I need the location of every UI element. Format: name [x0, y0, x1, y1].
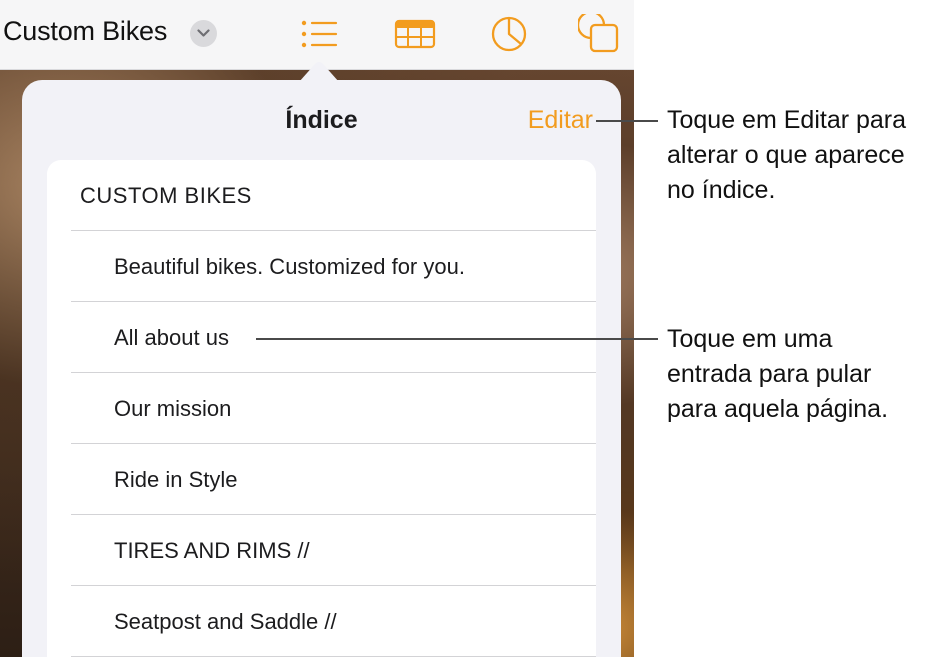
shapes-icon[interactable]	[576, 10, 620, 54]
chevron-down-icon[interactable]	[190, 20, 217, 47]
toc-entry-label: Our mission	[114, 396, 232, 421]
callout-entry: Toque em uma entrada para pular para aqu…	[667, 325, 889, 423]
document-title[interactable]: Custom Bikes	[3, 16, 167, 47]
toc-entry[interactable]: Ride in Style	[47, 444, 596, 515]
edit-button[interactable]: Editar	[528, 106, 593, 135]
ipad-screen: Custom Bikes Índice Editar CUSTOM BIKES …	[0, 0, 634, 657]
toc-entry-label: CUSTOM BIKES	[80, 183, 252, 208]
popover-arrow	[299, 62, 339, 82]
toc-list: CUSTOM BIKES Beautiful bikes. Customized …	[47, 160, 596, 657]
list-icon[interactable]	[298, 14, 340, 54]
callout-line-entry	[256, 338, 658, 340]
callout-line-edit	[596, 120, 658, 122]
toc-entry-label: Beautiful bikes. Customized for you.	[114, 254, 465, 279]
table-icon[interactable]	[394, 14, 436, 54]
toc-entry-label: Ride in Style	[114, 467, 238, 492]
toc-entry-label: Seatpost and Saddle //	[114, 609, 337, 634]
chart-icon[interactable]	[488, 14, 530, 54]
figure: Custom Bikes Índice Editar CUSTOM BIKES …	[0, 0, 948, 657]
toc-entry[interactable]: TIRES AND RIMS //	[47, 515, 596, 586]
callout-edit: Toque em Editar para alterar o que apare…	[667, 106, 907, 204]
toc-entry[interactable]: Beautiful bikes. Customized for you.	[47, 231, 596, 302]
toc-entry[interactable]: Seatpost and Saddle //	[47, 586, 596, 657]
toc-entry-label: TIRES AND RIMS //	[114, 538, 310, 563]
toc-entry[interactable]: Our mission	[47, 373, 596, 444]
toc-entry[interactable]: CUSTOM BIKES	[47, 160, 596, 231]
toc-entry-label: All about us	[114, 325, 229, 350]
